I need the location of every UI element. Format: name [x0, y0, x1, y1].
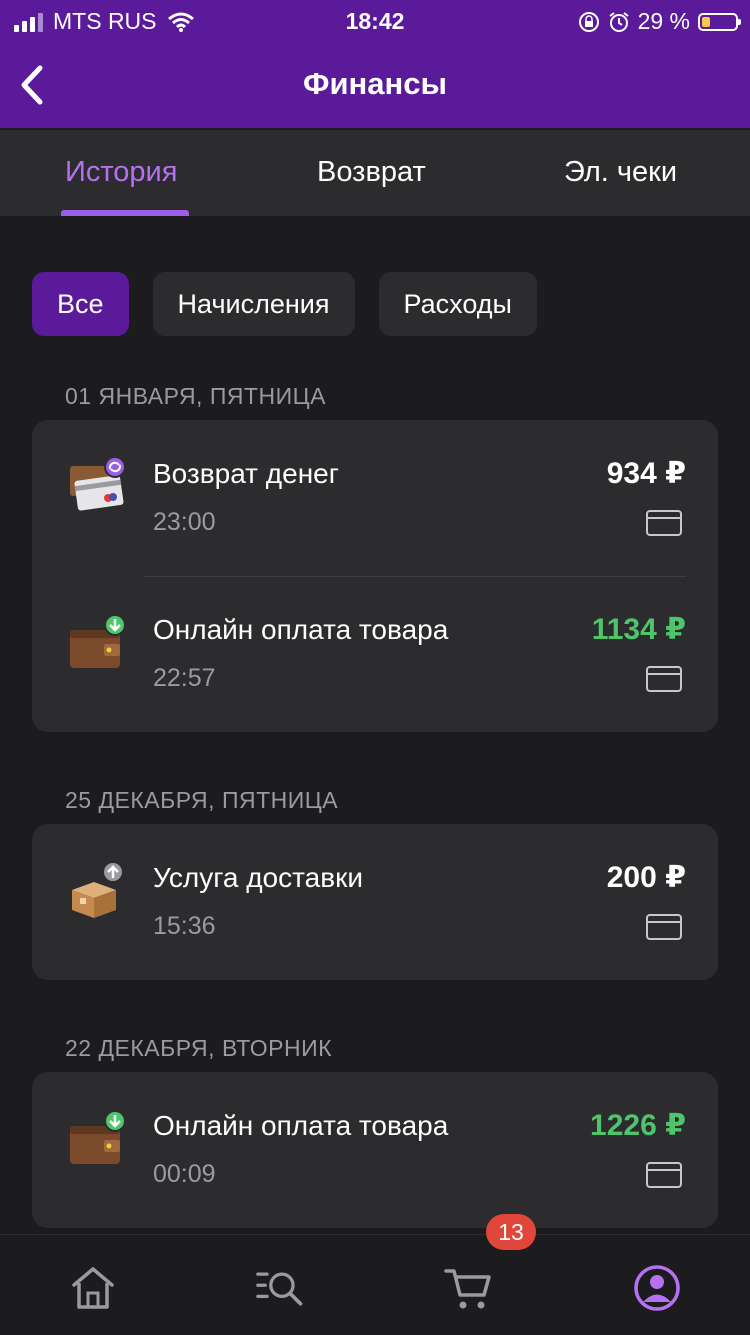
- carrier-label: MTS RUS: [53, 8, 157, 34]
- transaction-time: 15:36: [153, 912, 216, 940]
- tab-refund[interactable]: Возврат: [317, 156, 426, 189]
- active-tab-indicator: [61, 210, 189, 216]
- transaction-name: Услуга доставки: [153, 862, 363, 893]
- cart-badge: 13: [486, 1214, 536, 1250]
- tab-history[interactable]: История: [65, 156, 177, 189]
- filter-chips: Все Начисления Расходы: [32, 272, 537, 336]
- transaction-item[interactable]: Услуга доставки 15:36 200 ₽: [32, 824, 718, 980]
- transaction-time: 23:00: [153, 508, 216, 536]
- card-icon: [646, 1162, 682, 1188]
- transaction-amount: 1226 ₽: [590, 1109, 686, 1142]
- nav-bar: Финансы: [0, 42, 750, 128]
- battery-percent: 29 %: [637, 8, 690, 34]
- section-date: 25 ДЕКАБРЯ, ПЯТНИЦА: [65, 787, 339, 813]
- transaction-name: Онлайн оплата товара: [153, 614, 449, 645]
- filter-expenses-chip[interactable]: Расходы: [378, 272, 537, 336]
- battery-icon: [698, 12, 741, 31]
- transaction-item[interactable]: Онлайн оплата товара 22:57 1134 ₽: [32, 576, 718, 732]
- section-date: 01 ЯНВАРЯ, ПЯТНИЦА: [65, 383, 327, 409]
- catalog-search-icon[interactable]: [256, 1263, 306, 1313]
- refund-card-icon: [70, 458, 126, 511]
- transaction-amount: 1134 ₽: [591, 613, 686, 646]
- transaction-time: 22:57: [153, 664, 216, 692]
- transactions-card: Онлайн оплата товара 00:09 1226 ₽: [32, 1072, 718, 1228]
- card-icon: [646, 914, 682, 940]
- transaction-item[interactable]: Онлайн оплата товара 00:09 1226 ₽: [32, 1072, 718, 1228]
- status-bar: MTS RUS 18:42 29 %: [0, 0, 750, 42]
- filter-all-chip[interactable]: Все: [32, 272, 129, 336]
- transaction-name: Возврат денег: [153, 458, 339, 489]
- tab-bar: История Возврат Эл. чеки: [0, 130, 750, 216]
- rotation-lock-icon: [578, 11, 599, 32]
- cart-icon[interactable]: [444, 1263, 494, 1313]
- transaction-amount: 934 ₽: [606, 457, 686, 490]
- transactions-card: Услуга доставки 15:36 200 ₽: [32, 824, 718, 980]
- section-date: 22 ДЕКАБРЯ, ВТОРНИК: [65, 1035, 333, 1061]
- wallet-income-icon: [70, 614, 126, 668]
- transaction-name: Онлайн оплата товара: [153, 1110, 449, 1141]
- wifi-icon: [167, 12, 194, 32]
- bottom-nav: [0, 1234, 750, 1335]
- home-icon[interactable]: [68, 1263, 118, 1313]
- profile-icon[interactable]: [632, 1263, 682, 1313]
- card-icon: [646, 666, 682, 692]
- delivery-box-icon: [72, 862, 124, 918]
- signal-icon: [14, 12, 43, 32]
- transaction-item[interactable]: Возврат денег 23:00 934 ₽: [32, 420, 718, 576]
- tab-receipts[interactable]: Эл. чеки: [564, 156, 677, 189]
- transaction-time: 00:09: [153, 1160, 216, 1188]
- card-icon: [646, 510, 682, 536]
- alarm-icon: [608, 11, 629, 32]
- page-title: Финансы: [303, 66, 447, 101]
- wallet-income-icon: [70, 1110, 126, 1164]
- transaction-amount: 200 ₽: [606, 861, 686, 894]
- filter-income-chip[interactable]: Начисления: [152, 272, 355, 336]
- transactions-card: Возврат денег 23:00 934 ₽ Онлайн оплата …: [32, 420, 718, 732]
